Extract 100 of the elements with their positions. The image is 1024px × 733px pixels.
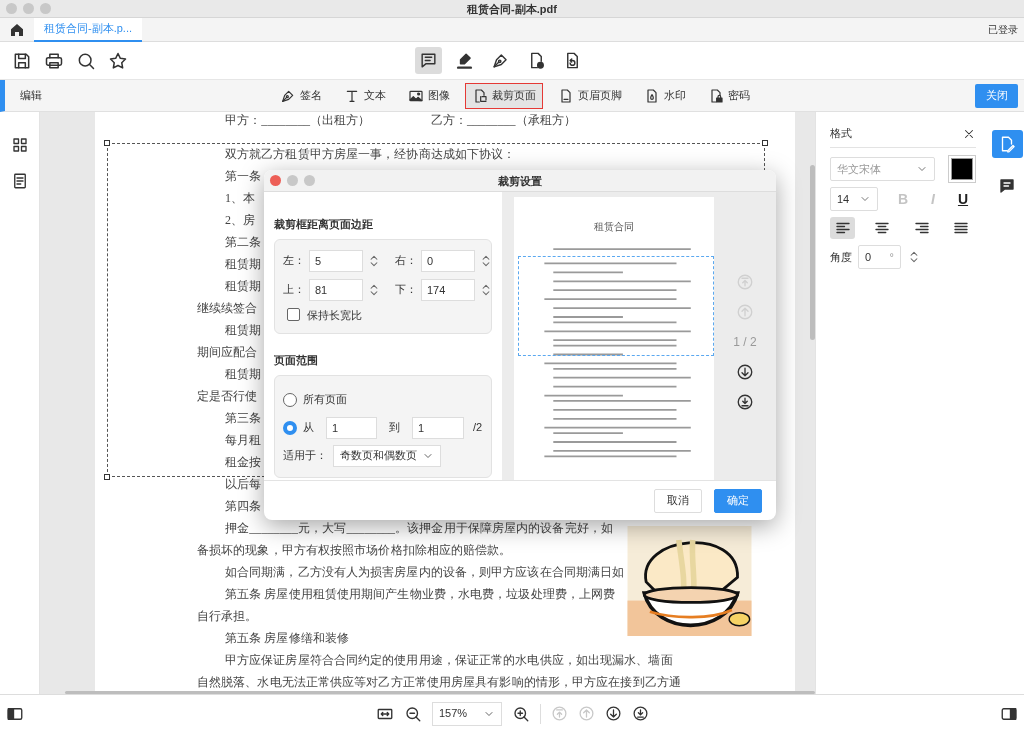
previous-page-icon bbox=[578, 705, 595, 722]
font-size-dropdown[interactable]: 14 bbox=[830, 187, 878, 211]
highlighter-icon bbox=[455, 51, 474, 70]
tool-button[interactable]: 签名 bbox=[273, 82, 329, 109]
zoom-out-icon bbox=[404, 704, 422, 723]
page-indicator: 1 / 2 bbox=[733, 334, 757, 351]
degree-unit: ° bbox=[889, 249, 894, 265]
mode-button[interactable] bbox=[415, 47, 442, 74]
speech-bubble-icon bbox=[998, 177, 1016, 195]
field-label: 左： bbox=[283, 253, 305, 269]
document-text: 第一条 bbox=[225, 168, 262, 185]
window-title: 租赁合同-副本.pdf bbox=[467, 2, 557, 17]
speech-bubble-icon bbox=[419, 51, 438, 70]
zoom-in-icon bbox=[512, 704, 530, 723]
tool-button[interactable]: 水印 bbox=[637, 82, 693, 109]
document-text: 第三条 bbox=[225, 410, 262, 427]
page-icon bbox=[558, 87, 574, 104]
tool-button[interactable]: 图像 bbox=[401, 82, 457, 109]
document-text: 租赁期 bbox=[225, 278, 262, 295]
next-page-icon bbox=[736, 363, 754, 381]
document-text: 备损坏的现象，甲方有权按照市场价格扣除相应的赔偿款。 bbox=[197, 542, 512, 559]
angle-label: 角度 bbox=[830, 249, 852, 265]
document-text: 乙方：________（承租方） bbox=[430, 112, 577, 129]
checkbox[interactable] bbox=[287, 308, 300, 322]
field-label: 适用于： bbox=[283, 448, 327, 464]
resize-handle[interactable] bbox=[104, 140, 110, 146]
document-text: 继续续签合 bbox=[197, 300, 258, 317]
last-page-button[interactable] bbox=[632, 705, 649, 722]
bookmark-button[interactable] bbox=[108, 50, 128, 71]
thumbnails-button[interactable] bbox=[10, 136, 29, 154]
apply-to-dropdown[interactable]: 奇数页和偶数页 bbox=[333, 444, 441, 467]
document-text: 如合同期满，乙方没有人为损害房屋内的设备，则甲方应该在合同期满日如 bbox=[225, 564, 625, 581]
crop-frame[interactable] bbox=[518, 256, 714, 356]
next-page-button[interactable] bbox=[736, 363, 754, 381]
radio-button[interactable] bbox=[283, 392, 297, 407]
page-crop-icon bbox=[472, 87, 488, 104]
horizontal-scrollbar[interactable] bbox=[65, 691, 815, 694]
document-text: 甲方：________（出租方） bbox=[225, 112, 371, 129]
zoom-in-button[interactable] bbox=[512, 704, 530, 723]
next-page-icon bbox=[605, 705, 622, 722]
stepper-icon bbox=[907, 250, 921, 264]
edit-panel-button[interactable] bbox=[991, 130, 1023, 158]
radio-button[interactable] bbox=[283, 420, 297, 435]
resize-handle[interactable] bbox=[762, 140, 768, 146]
document-text: 以后每 bbox=[225, 476, 262, 493]
document-text: 甲方应保证房屋符合合同约定的使用用途，保证正常的水电供应，如出现漏水、墙面 bbox=[225, 652, 673, 669]
zoom-dropdown[interactable]: 157% bbox=[432, 701, 502, 726]
window-close-button[interactable] bbox=[270, 175, 281, 186]
document-text: 自然脱落、水电无法正常供应等对乙方正常使用房屋具有影响的情形，甲方应在接到乙方通 bbox=[197, 674, 681, 691]
first-page-icon bbox=[551, 705, 568, 722]
margin-field[interactable]: 81 bbox=[309, 278, 363, 301]
tool-button[interactable]: 密码 bbox=[701, 82, 757, 109]
radio-label: 从 bbox=[303, 420, 314, 436]
account-status[interactable]: 已登录 bbox=[988, 22, 1018, 37]
align-left-button[interactable] bbox=[830, 217, 855, 239]
page-total: /2 bbox=[473, 420, 483, 436]
vertical-scrollbar[interactable] bbox=[810, 165, 815, 340]
margin-field[interactable]: 5 bbox=[309, 249, 363, 272]
field-label: 到 bbox=[389, 420, 400, 436]
preview-title: 租赁合同 bbox=[594, 220, 634, 234]
resize-handle[interactable] bbox=[104, 474, 110, 480]
from-page-field[interactable]: 1 bbox=[326, 416, 377, 439]
document-text: 第四条 bbox=[225, 498, 262, 515]
cancel-button[interactable]: 取消 bbox=[654, 488, 702, 513]
field-label: 上： bbox=[283, 282, 305, 298]
last-page-icon bbox=[632, 705, 649, 722]
checkbox-label: 保持长宽比 bbox=[307, 307, 362, 323]
page-drop-icon bbox=[644, 87, 660, 104]
document-text: 双方就乙方租赁甲方房屋一事，经协商达成如下协议： bbox=[225, 146, 516, 163]
zoom-out-button[interactable] bbox=[404, 704, 422, 723]
angle-field[interactable]: 0 ° bbox=[858, 245, 901, 269]
section-label: 裁剪框距离页面边距 bbox=[274, 217, 374, 232]
document-tab[interactable]: 租赁合同-副本.p... bbox=[34, 17, 142, 42]
to-page-field[interactable]: 1 bbox=[412, 416, 464, 439]
underline-button[interactable]: U bbox=[952, 188, 974, 210]
pen-nib-icon bbox=[491, 51, 510, 70]
last-page-icon bbox=[736, 393, 754, 411]
field-label: 下： bbox=[395, 282, 417, 298]
previous-page-icon bbox=[736, 303, 754, 321]
document-text: 租赁期 bbox=[225, 322, 262, 339]
star-icon bbox=[108, 50, 128, 71]
margin-field[interactable]: 0 bbox=[421, 249, 475, 272]
page-lock-icon bbox=[708, 87, 724, 104]
document-text: 2、房 bbox=[225, 212, 256, 229]
margin-field[interactable]: 174 bbox=[421, 278, 475, 301]
next-page-button[interactable] bbox=[605, 705, 622, 722]
radio-label: 所有页面 bbox=[303, 392, 347, 408]
panel-title: 格式 bbox=[830, 126, 852, 142]
tool-button[interactable]: 文本 bbox=[337, 82, 393, 109]
last-page-button[interactable] bbox=[736, 393, 754, 411]
document-text: 期间应配合 bbox=[197, 344, 258, 361]
document-text: 自行承担。 bbox=[197, 608, 258, 625]
document-text: 第二条 bbox=[225, 234, 262, 251]
document-text: 1、本 bbox=[225, 190, 256, 207]
tool-button[interactable]: 页眉页脚 bbox=[551, 82, 629, 109]
tool-button[interactable]: 裁剪页面 bbox=[465, 82, 543, 109]
document-text: 租赁期 bbox=[225, 256, 262, 273]
font-color-swatch[interactable] bbox=[951, 158, 973, 180]
document-text: 第五条 房屋修缮和装修 bbox=[225, 630, 350, 647]
home-icon bbox=[9, 21, 25, 38]
